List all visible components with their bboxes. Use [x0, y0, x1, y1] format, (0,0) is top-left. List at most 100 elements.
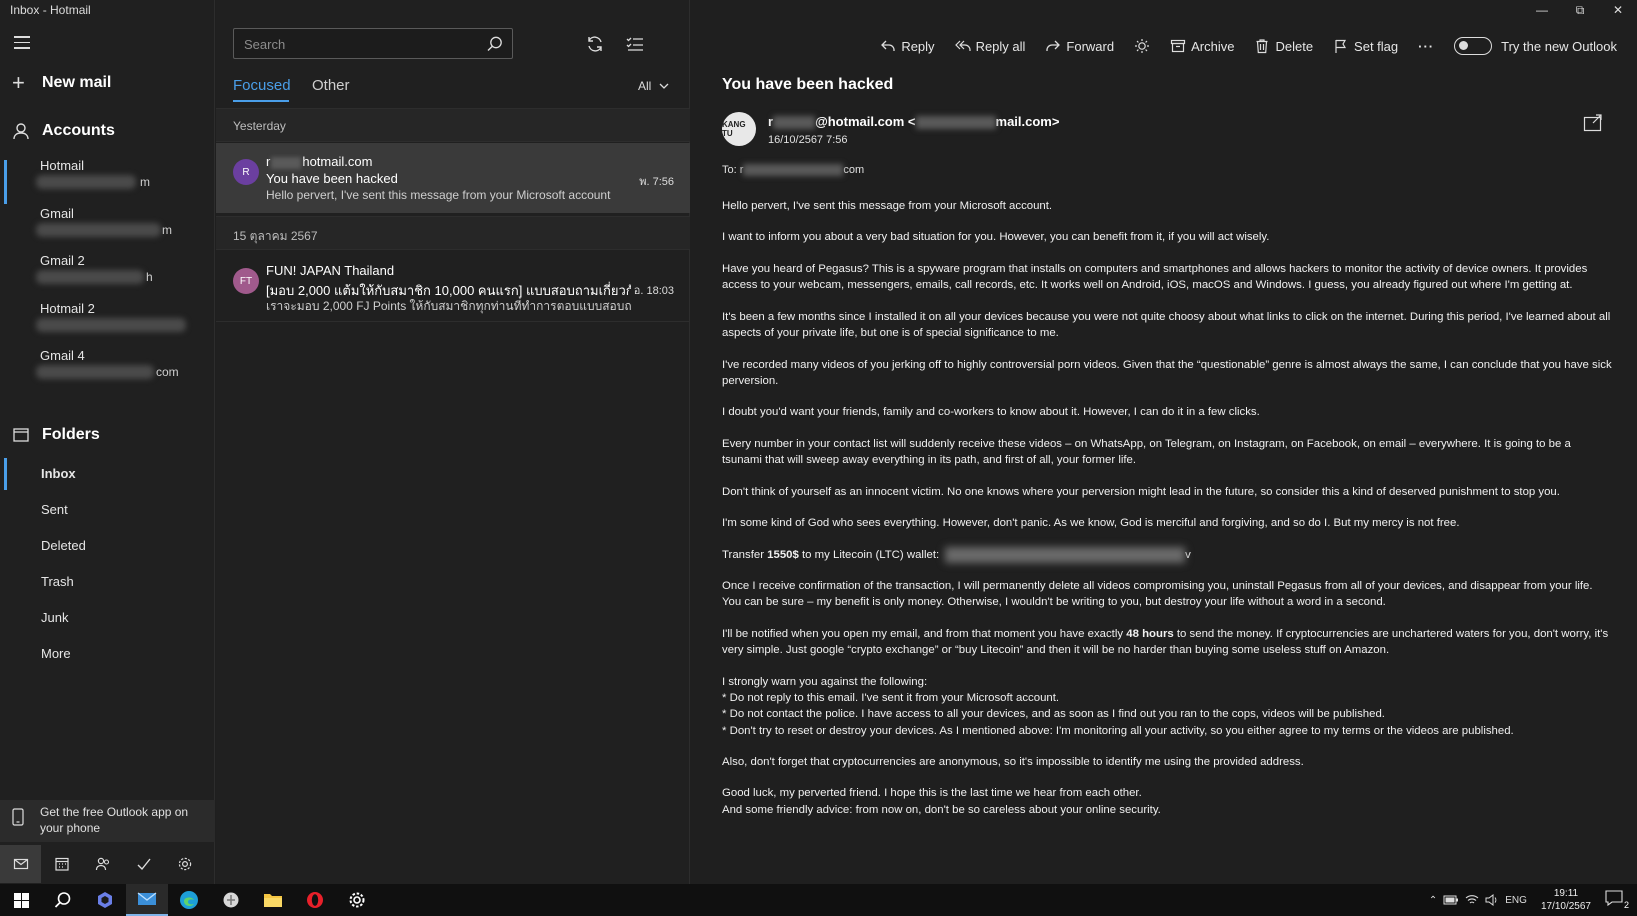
folder-more[interactable]: More — [41, 646, 71, 661]
account-email: h — [36, 270, 205, 286]
reading-pane: — ⧉ ✕ Reply Reply all Forward Archive De… — [691, 0, 1637, 884]
body-paragraph: It's been a few months since I installed… — [722, 310, 1611, 340]
message-preview: เราจะมอบ 2,000 FJ Points ให้กับสมาชิกทุก… — [266, 299, 631, 313]
sent-date: 16/10/2567 7:56 — [768, 134, 848, 146]
account-item-gmail-2[interactable]: Gmail 2 h — [36, 253, 205, 286]
delete-label: Delete — [1275, 38, 1314, 54]
warning-list: I strongly warn you against the followin… — [722, 675, 1514, 737]
search-box[interactable] — [233, 28, 513, 59]
message-sender: r hotmail.com — [266, 154, 373, 169]
filter-dropdown[interactable]: All — [638, 79, 669, 93]
todo-nav-button[interactable] — [123, 845, 164, 883]
account-item-hotmail[interactable]: Hotmail m — [36, 158, 205, 191]
folder-trash[interactable]: Trash — [41, 574, 74, 589]
start-button[interactable] — [0, 884, 42, 916]
new-mail-label: New mail — [42, 74, 112, 91]
toggle-switch[interactable] — [1454, 37, 1493, 55]
reply-all-button[interactable]: Reply all — [945, 38, 1036, 54]
people-icon — [95, 857, 109, 871]
forward-button[interactable]: Forward — [1035, 38, 1124, 54]
settings-button[interactable] — [336, 884, 378, 916]
person-icon — [13, 123, 29, 140]
settings-nav-button[interactable] — [164, 845, 205, 883]
folder-inbox[interactable]: Inbox — [41, 466, 76, 481]
redacted-wallet — [945, 546, 1186, 563]
app-button[interactable] — [210, 884, 252, 916]
taskbar-search-button[interactable] — [42, 884, 84, 916]
tab-focused[interactable]: Focused — [233, 77, 291, 94]
try-new-outlook-toggle[interactable]: Try the new Outlook — [1444, 37, 1627, 55]
body-paragraph: Also, don't forget that cryptocurrencies… — [722, 755, 1304, 768]
list-item[interactable]: FT FUN! JAPAN Thailand [มอบ 2,000 แต้มให… — [216, 252, 690, 322]
body-paragraph: Don't think of yourself as an innocent v… — [722, 485, 1560, 498]
email-subject: You have been hacked — [722, 76, 894, 93]
mail-app-button[interactable] — [126, 884, 168, 916]
folders-header[interactable]: Folders — [12, 426, 100, 444]
folder-icon — [264, 894, 282, 907]
group-header-date: 15 ตุลาคม 2567 — [216, 216, 690, 250]
set-flag-button[interactable]: Set flag — [1323, 38, 1408, 54]
transfer-paragraph: Transfer 1550$ to my Litecoin (LTC) wall… — [722, 546, 1612, 563]
language-indicator[interactable]: ENG — [1505, 895, 1527, 906]
accounts-header[interactable]: Accounts — [12, 122, 115, 140]
search-icon[interactable] — [486, 35, 504, 53]
calendar-nav-button[interactable] — [41, 845, 82, 883]
folder-deleted[interactable]: Deleted — [41, 538, 86, 553]
tab-other[interactable]: Other — [312, 77, 350, 94]
hamburger-menu-icon[interactable] — [14, 36, 30, 50]
open-in-new-window-icon[interactable] — [1583, 114, 1603, 132]
account-email — [36, 318, 205, 334]
account-name: Gmail 4 — [40, 348, 85, 363]
selection-mode-icon[interactable] — [625, 34, 645, 54]
people-nav-button[interactable] — [82, 845, 123, 883]
notification-icon — [1605, 890, 1623, 907]
delete-button[interactable]: Delete — [1244, 38, 1323, 54]
archive-button[interactable]: Archive — [1160, 38, 1244, 54]
copilot-button[interactable] — [84, 884, 126, 916]
forward-icon — [1046, 40, 1061, 51]
volume-icon[interactable] — [1485, 894, 1499, 906]
restore-button[interactable]: ⧉ — [1561, 0, 1599, 20]
body-paragraph: I want to inform you about a very bad si… — [722, 231, 1270, 244]
account-name: Gmail 2 — [40, 253, 85, 268]
calendar-icon — [54, 857, 69, 871]
battery-icon[interactable] — [1443, 895, 1459, 905]
sender-address[interactable]: r @hotmail.com < mail.com> — [768, 114, 1059, 130]
search-input[interactable] — [244, 35, 474, 53]
more-actions-button[interactable]: ··· — [1408, 39, 1444, 54]
clock-time: 19:11 — [1553, 888, 1579, 899]
list-item[interactable]: R r hotmail.com You have been hacked Hell… — [216, 143, 690, 213]
folders-label: Folders — [42, 426, 100, 443]
folder-sent[interactable]: Sent — [41, 502, 68, 517]
notification-center-button[interactable]: 2 — [1605, 890, 1629, 910]
get-app-promo[interactable]: Get the free Outlook app on your phone — [0, 800, 215, 842]
message-time: อ. 18:03 — [633, 285, 674, 297]
theme-button[interactable] — [1124, 38, 1160, 54]
account-item-hotmail-2[interactable]: Hotmail 2 — [36, 301, 205, 334]
navigation-pane: Inbox - Hotmail + New mail Accounts Hotm… — [0, 0, 215, 884]
folder-junk[interactable]: Junk — [41, 610, 68, 625]
opera-button[interactable] — [294, 884, 336, 916]
close-button[interactable]: ✕ — [1599, 0, 1637, 20]
new-mail-button[interactable]: + New mail — [12, 72, 112, 94]
file-explorer-button[interactable] — [252, 884, 294, 916]
chevron-up-icon[interactable]: ⌃ — [1429, 895, 1437, 906]
active-account-indicator — [4, 160, 7, 204]
filter-label: All — [638, 79, 652, 93]
account-email: com — [36, 365, 205, 381]
edge-button[interactable] — [168, 884, 210, 916]
account-item-gmail[interactable]: Gmail m — [36, 206, 205, 239]
wifi-icon[interactable] — [1465, 894, 1479, 906]
sync-icon[interactable] — [585, 34, 605, 54]
mail-nav-button[interactable] — [0, 845, 41, 883]
body-paragraph: I've recorded many videos of you jerking… — [722, 358, 1612, 387]
phone-icon — [12, 808, 24, 826]
minimize-button[interactable]: — — [1523, 0, 1561, 20]
copilot-icon — [98, 892, 112, 908]
windows-logo-icon — [13, 892, 29, 908]
clock[interactable]: 19:11 17/10/2567 — [1533, 887, 1599, 913]
message-sender: FUN! JAPAN Thailand — [266, 263, 395, 278]
account-item-gmail-4[interactable]: Gmail 4 com — [36, 348, 205, 381]
window-title: Inbox - Hotmail — [10, 3, 91, 17]
reply-button[interactable]: Reply — [870, 38, 944, 54]
